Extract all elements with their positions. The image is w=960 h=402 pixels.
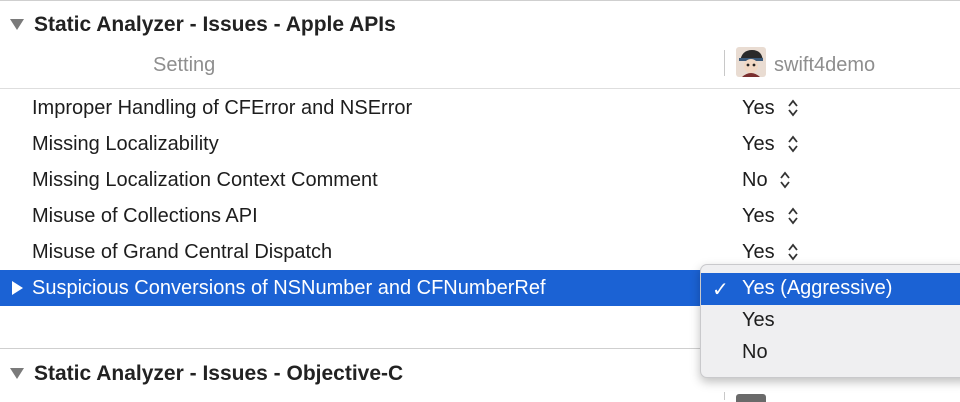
menu-item-yes[interactable]: Yes <box>701 305 960 337</box>
setting-value-popup[interactable]: Yes <box>742 241 775 264</box>
checkmark-icon: ✓ <box>712 279 729 301</box>
setting-row[interactable]: Missing Localizability Yes <box>0 126 960 162</box>
setting-row[interactable]: Improper Handling of CFError and NSError… <box>0 90 960 126</box>
setting-row[interactable]: Misuse of Collections API Yes <box>0 198 960 234</box>
updown-arrows-icon[interactable] <box>779 171 791 189</box>
disclosure-triangle-expanded-icon[interactable] <box>10 19 24 30</box>
setting-label: Improper Handling of CFError and NSError <box>32 97 413 119</box>
section-title: Static Analyzer - Issues - Objective-C <box>34 362 404 385</box>
updown-arrows-icon[interactable] <box>787 99 799 117</box>
target-avatar-icon <box>736 47 766 77</box>
section-header-apple-apis[interactable]: Static Analyzer - Issues - Apple APIs <box>0 6 960 40</box>
updown-arrows-icon[interactable] <box>787 243 799 261</box>
setting-value-popup[interactable]: Yes <box>742 205 775 228</box>
updown-arrows-icon[interactable] <box>787 135 799 153</box>
updown-arrows-icon[interactable] <box>787 207 799 225</box>
setting-label: Misuse of Grand Central Dispatch <box>32 241 333 263</box>
setting-row[interactable]: Missing Localization Context Comment No <box>0 162 960 198</box>
setting-label: Misuse of Collections API <box>32 205 258 227</box>
setting-value-popup[interactable]: Yes <box>742 97 775 120</box>
top-divider <box>0 0 960 1</box>
target-column-label: swift4demo <box>774 54 876 76</box>
target-avatar-icon <box>736 394 766 402</box>
menu-item-label: Yes (Aggressive) <box>742 277 893 299</box>
menu-item-label: Yes <box>742 309 775 331</box>
menu-item-yes-aggressive[interactable]: ✓ Yes (Aggressive) <box>701 273 960 305</box>
disclosure-triangle-expanded-icon[interactable] <box>10 368 24 379</box>
value-popup-menu: ✓ Yes (Aggressive) Yes No <box>700 264 960 378</box>
setting-label: Suspicious Conversions of NSNumber and C… <box>32 277 546 299</box>
setting-value-popup[interactable]: Yes <box>742 133 775 156</box>
column-divider[interactable] <box>724 50 725 76</box>
menu-item-label: No <box>742 341 768 363</box>
column-header: Setting swift4demo <box>0 47 960 80</box>
disclosure-triangle-collapsed-icon[interactable] <box>12 281 23 295</box>
menu-item-no[interactable]: No <box>701 337 960 369</box>
setting-column-label: Setting <box>153 54 216 76</box>
setting-value-popup[interactable]: No <box>742 169 768 192</box>
setting-label: Missing Localization Context Comment <box>32 169 378 191</box>
setting-label: Missing Localizability <box>32 133 219 155</box>
column-divider <box>724 392 725 400</box>
header-divider <box>0 88 960 89</box>
section-title: Static Analyzer - Issues - Apple APIs <box>34 13 396 36</box>
